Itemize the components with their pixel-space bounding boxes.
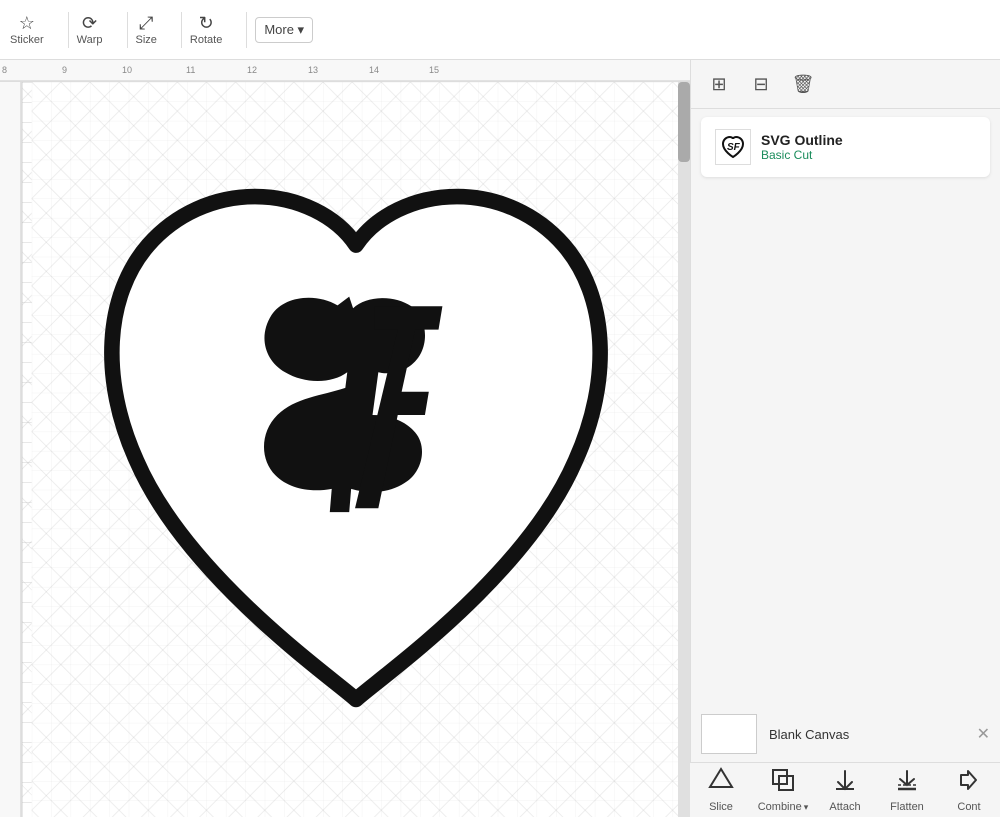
sticker-icon: ☆ [19,13,35,34]
combine-tool[interactable]: Combine ▾ [753,767,813,813]
slice-icon [708,767,734,799]
cont-icon [956,767,982,799]
svg-text:13: 13 [308,65,318,75]
layer-info: SVG Outline Basic Cut [761,132,976,162]
flatten-label: Flatten [890,801,924,813]
right-panel-bottom: Slice Combine ▾ Attach [690,762,1000,817]
ruler-top: 8 9 10 11 12 13 14 15 [0,60,690,82]
toolbar-separator [68,12,69,48]
toolbar: ☆ Sticker ⟳ Warp ⤢ Size ↻ Rotate More ▾ [0,0,1000,60]
combine-label: Combine [758,801,802,813]
rotate-tool[interactable]: ↻ Rotate [190,13,222,46]
cont-tool[interactable]: Cont [939,767,999,813]
duplicate-layer-button[interactable]: ⊟ [745,68,777,100]
blank-canvas-thumbnail [701,714,757,754]
toolbar-separator-3 [181,12,182,48]
blank-canvas-section: Blank Canvas ✕ [701,706,990,762]
ruler-left [0,82,22,817]
warp-tool[interactable]: ⟳ Warp [77,13,103,46]
svg-text:SF: SF [727,142,741,153]
canvas-area: SF [22,82,690,817]
svg-text:12: 12 [247,65,257,75]
more-label: More ▾ [264,22,304,38]
warp-icon: ⟳ [82,13,97,34]
combine-icon [770,767,796,799]
warp-label: Warp [77,34,103,46]
slice-label: Slice [709,801,733,813]
size-tool[interactable]: ⤢ Size [136,13,157,46]
svg-text:8: 8 [2,65,7,75]
right-panel: Layers Color Sync ✕ ⊞ ⊟ 🗑 SF SVG Outline… [690,0,1000,817]
svg-text:15: 15 [429,65,439,75]
attach-icon [832,767,858,799]
size-label: Size [136,34,157,46]
slice-tool[interactable]: Slice [691,767,751,813]
size-icon: ⤢ [139,13,153,34]
layer-name: SVG Outline [761,132,976,148]
rotate-icon: ↻ [199,13,214,34]
combine-arrow: ▾ [804,802,809,813]
delete-layer-button[interactable]: 🗑 [787,68,819,100]
rotate-label: Rotate [190,34,222,46]
more-button[interactable]: More ▾ [255,17,313,43]
svg-text:11: 11 [186,65,195,75]
layer-type: Basic Cut [761,148,976,162]
layer-thumbnail: SF [715,129,751,165]
attach-label: Attach [829,801,860,813]
scrollbar-thumb[interactable] [678,82,690,162]
main-artwork [22,82,690,817]
sticker-label: Sticker [10,34,44,46]
panel-toolbar: ⊞ ⊟ 🗑 [691,60,1000,109]
layer-item[interactable]: SF SVG Outline Basic Cut [701,117,990,177]
add-layer-button[interactable]: ⊞ [703,68,735,100]
flatten-tool[interactable]: Flatten [877,767,937,813]
blank-canvas-label: Blank Canvas [769,727,849,742]
svg-text:9: 9 [62,65,67,75]
toolbar-separator-2 [127,12,128,48]
cont-label: Cont [957,801,980,813]
toolbar-separator-4 [246,12,247,48]
svg-text:14: 14 [369,65,379,75]
attach-tool[interactable]: Attach [815,767,875,813]
flatten-icon [894,767,920,799]
sticker-tool[interactable]: ☆ Sticker [10,13,44,46]
blank-canvas-close-icon[interactable]: ✕ [977,724,990,744]
scrollbar-right[interactable] [678,82,690,817]
svg-text:10: 10 [122,65,132,75]
